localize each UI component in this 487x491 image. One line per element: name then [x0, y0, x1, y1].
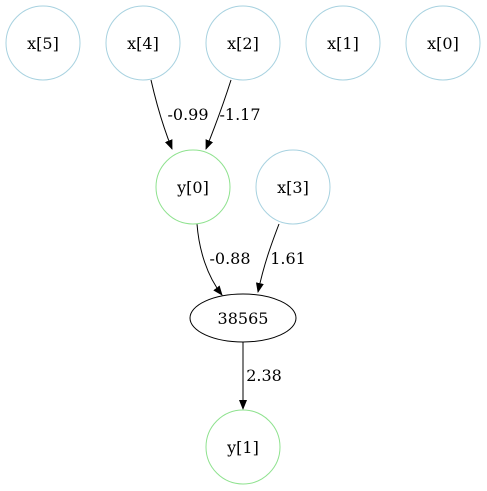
node-x3[interactable]: x[3]	[255, 149, 331, 225]
node-label: y[0]	[176, 178, 209, 197]
edge-weight-label: 1.61	[270, 249, 306, 268]
edge-weight-label: -1.17	[219, 105, 260, 124]
edge-op-y1: 2.38	[239, 342, 282, 410]
edge-y0-op: -0.88	[196, 223, 251, 296]
edge-weight-label: 2.38	[246, 366, 282, 385]
node-x5[interactable]: x[5]	[5, 5, 81, 81]
node-label: y[1]	[226, 438, 259, 457]
node-y1[interactable]: y[1]	[205, 409, 281, 485]
node-x2[interactable]: x[2]	[205, 5, 281, 81]
graph-diagram: -0.99 -1.17 -0.88 1.61 2.38 x[5] x[4] x[2] x[1] x…	[0, 0, 487, 491]
node-label: x[2]	[227, 34, 259, 53]
node-label: x[0]	[427, 34, 459, 53]
edge-weight-label: -0.88	[209, 249, 250, 268]
node-y0[interactable]: y[0]	[155, 149, 231, 225]
edge-x2-y0: -1.17	[205, 79, 261, 150]
edge-weight-label: -0.99	[167, 105, 208, 124]
node-x4[interactable]: x[4]	[105, 5, 181, 81]
node-label: x[4]	[127, 34, 159, 53]
node-x1[interactable]: x[1]	[305, 5, 381, 81]
node-x0[interactable]: x[0]	[405, 5, 481, 81]
node-label: x[5]	[27, 34, 59, 53]
node-op[interactable]: 38565	[189, 293, 297, 343]
edge-x4-y0: -0.99	[150, 79, 209, 150]
node-label: 38565	[218, 309, 269, 328]
node-label: x[3]	[277, 178, 309, 197]
edge-x3-op: 1.61	[255, 223, 306, 293]
node-label: x[1]	[327, 34, 359, 53]
graph-canvas: -0.99 -1.17 -0.88 1.61 2.38 x[5] x[4] x[2] x[1] x…	[5, 5, 481, 485]
